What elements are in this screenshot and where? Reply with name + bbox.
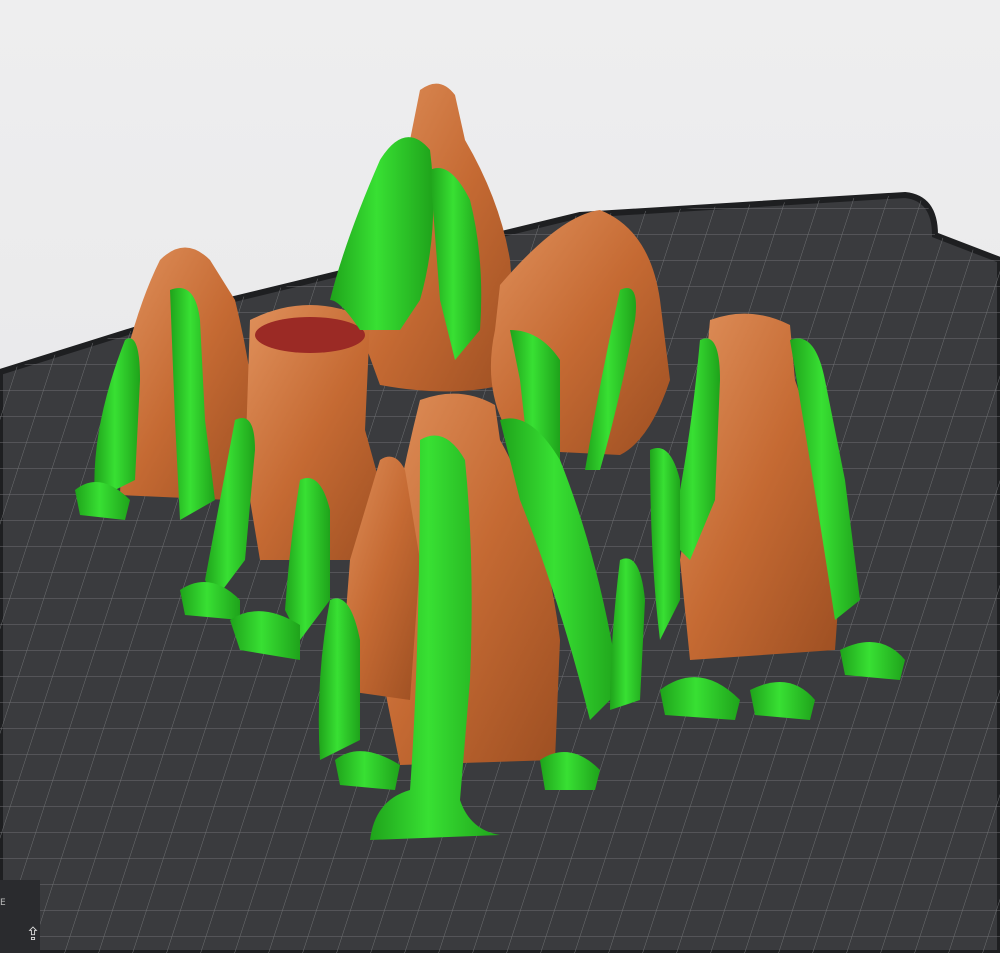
3d-viewport[interactable]: E ⇪: [0, 0, 1000, 953]
model-rook-top: [255, 317, 365, 353]
home-view-icon[interactable]: ⇪: [14, 922, 52, 948]
build-scene[interactable]: [0, 0, 1000, 953]
bed-mark-label: E: [0, 898, 6, 908]
